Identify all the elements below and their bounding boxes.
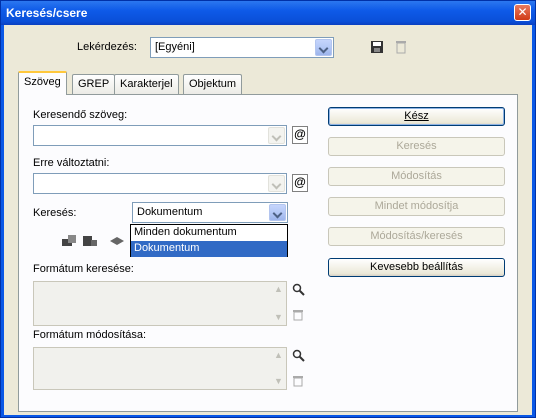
change-button-label: Módosítás [391, 170, 442, 182]
option-all-documents[interactable]: Minden dokumentum [131, 225, 287, 241]
change-format-box[interactable]: ▲ ▼ [33, 347, 287, 390]
special-characters-change-button[interactable]: @ [292, 174, 308, 192]
change-format-label: Formátum módosítása: [33, 329, 147, 341]
find-input[interactable] [33, 125, 287, 146]
scroll-up-icon[interactable]: ▲ [271, 348, 286, 363]
at-icon: @ [294, 175, 306, 189]
change-find-button-label: Módosítás/keresés [370, 230, 463, 242]
tab-glyph-label: Karakterjel [120, 78, 173, 90]
find-format-label: Formátum keresése: [33, 263, 134, 275]
tab-object-label: Objektum [189, 78, 237, 90]
find-change-dialog: Keresés/csere ✕ Lekérdezés: [Egyéni] Szö… [0, 0, 536, 418]
change-format-scrollbar[interactable]: ▲ ▼ [271, 348, 286, 389]
find-button[interactable]: Keresés [328, 137, 505, 156]
specify-find-format-icon[interactable] [292, 283, 306, 297]
special-characters-find-button[interactable]: @ [292, 126, 308, 144]
chevron-down-icon[interactable] [315, 39, 332, 56]
tab-text-label: Szöveg [24, 76, 61, 88]
include-hidden-layers-icon[interactable] [109, 235, 125, 247]
query-select[interactable]: [Egyéni] [150, 37, 334, 58]
search-scope-select[interactable]: Dokumentum [132, 202, 288, 223]
fewer-options-button-label: Kevesebb beállítás [370, 261, 463, 273]
change-button[interactable]: Módosítás [328, 167, 505, 186]
chevron-down-icon[interactable] [268, 127, 285, 144]
scroll-up-icon[interactable]: ▲ [271, 282, 286, 297]
title-bar[interactable]: Keresés/csere ✕ [1, 1, 535, 25]
scroll-down-icon[interactable]: ▼ [271, 310, 286, 325]
change-label: Erre változtatni: [33, 157, 110, 169]
done-button[interactable]: Kész [328, 107, 505, 126]
done-button-label: Kész [404, 110, 429, 122]
query-label: Lekérdezés: [77, 41, 137, 53]
dialog-body: Lekérdezés: [Egyéni] Szöveg GREP Karakte… [4, 25, 532, 415]
find-format-scrollbar[interactable]: ▲ ▼ [271, 282, 286, 325]
option-document[interactable]: Dokumentum [131, 241, 287, 257]
change-all-button[interactable]: Mindet módosítja [328, 197, 505, 216]
clear-change-format-icon[interactable] [292, 375, 304, 387]
chevron-down-icon[interactable] [268, 175, 285, 192]
change-all-button-label: Mindet módosítja [374, 200, 459, 212]
scroll-down-icon[interactable]: ▼ [271, 374, 286, 389]
search-scope-label: Keresés: [33, 207, 77, 219]
tab-grep[interactable]: GREP [72, 74, 116, 94]
search-scope-dropdown: Minden dokumentum Dokumentum [130, 224, 288, 257]
specify-change-format-icon[interactable] [292, 349, 306, 363]
clear-find-format-icon[interactable] [292, 309, 304, 321]
tab-object[interactable]: Objektum [183, 74, 243, 94]
trash-icon[interactable] [394, 40, 408, 54]
tab-text[interactable]: Szöveg [18, 71, 67, 95]
search-scope-value: Dokumentum [137, 206, 203, 218]
find-button-label: Keresés [396, 140, 437, 152]
find-label: Keresendő szöveg: [33, 109, 128, 121]
fewer-options-button[interactable]: Kevesebb beállítás [328, 258, 505, 277]
tab-glyph[interactable]: Karakterjel [114, 74, 179, 94]
window-title: Keresés/csere [6, 6, 88, 20]
find-format-box[interactable]: ▲ ▼ [33, 281, 287, 326]
close-button[interactable]: ✕ [514, 4, 531, 21]
save-icon[interactable] [370, 40, 384, 54]
at-icon: @ [294, 127, 306, 141]
include-locked-layers-icon[interactable] [62, 235, 78, 247]
change-input[interactable] [33, 173, 287, 194]
change-find-button[interactable]: Módosítás/keresés [328, 227, 505, 246]
include-locked-stories-icon[interactable] [83, 235, 99, 247]
tab-grep-label: GREP [78, 78, 110, 90]
chevron-down-icon[interactable] [269, 204, 286, 221]
query-value: [Egyéni] [155, 41, 195, 53]
